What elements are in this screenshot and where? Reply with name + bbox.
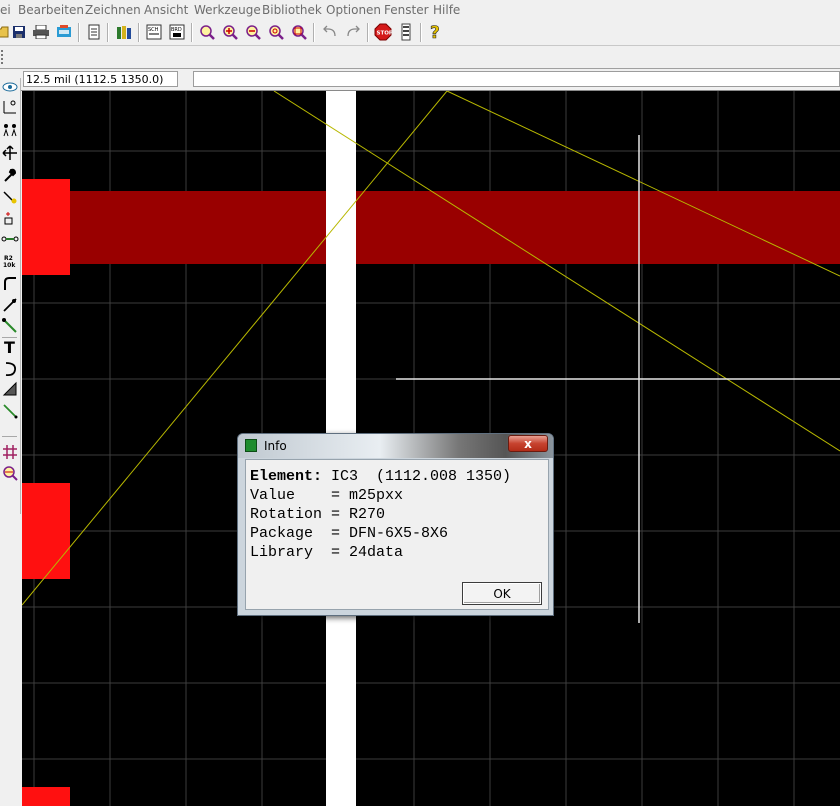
menu-datei[interactable]: ei — [0, 3, 11, 17]
undo-icon[interactable] — [321, 23, 339, 41]
package-line: Package = DFN-6X5-8X6 — [250, 525, 449, 542]
close-button[interactable]: x — [508, 435, 548, 452]
schematic-icon[interactable]: SCH — [145, 23, 163, 41]
airwire — [273, 91, 840, 452]
split-icon[interactable] — [1, 230, 19, 248]
pad — [22, 179, 70, 275]
toolbar-grip[interactable] — [1, 50, 5, 64]
save-icon[interactable] — [10, 23, 28, 41]
polygon-icon[interactable] — [1, 380, 19, 398]
dialog-title: Info — [264, 439, 287, 453]
group-icon[interactable] — [1, 121, 19, 139]
dialog-titlebar[interactable]: Info x — [238, 434, 553, 458]
svg-text:10k: 10k — [3, 262, 16, 269]
menu-werkzeuge[interactable]: Werkzeuge — [194, 3, 261, 17]
drc-icon[interactable] — [1, 443, 19, 461]
change-icon[interactable] — [1, 166, 19, 184]
optimize-icon[interactable] — [1, 296, 19, 314]
stop-icon[interactable]: STOP — [374, 23, 392, 41]
redo-icon[interactable] — [344, 23, 362, 41]
value-icon[interactable]: R2 10k — [1, 252, 19, 270]
script-icon[interactable] — [85, 23, 103, 41]
mark-icon[interactable] — [1, 98, 19, 116]
pad — [22, 483, 70, 579]
menu-fenster[interactable]: Fenster — [384, 3, 429, 17]
command-bar: 12.5 mil (1112.5 1350.0) — [0, 69, 840, 91]
wire-icon[interactable] — [1, 317, 19, 335]
miter-icon[interactable] — [1, 274, 19, 292]
element-label: Element: — [250, 468, 323, 485]
print-icon[interactable] — [32, 23, 50, 41]
zoom-in-icon[interactable] — [221, 23, 239, 41]
menu-zeichnen[interactable]: Zeichnen — [85, 3, 141, 17]
parameter-toolbar — [0, 46, 840, 69]
library-line: Library = 24data — [250, 544, 404, 561]
zoom-out-icon[interactable] — [244, 23, 262, 41]
arc-icon[interactable] — [1, 360, 19, 378]
element-line: Element: IC3 (1112.008 1350) — [250, 468, 511, 485]
route-icon[interactable] — [1, 188, 19, 206]
library-icon[interactable] — [115, 23, 133, 41]
svg-text:STOP: STOP — [377, 31, 393, 37]
errors-icon[interactable] — [1, 464, 19, 482]
svg-text:T: T — [4, 339, 15, 355]
main-toolbar: SCH BRD STOP ? — [0, 20, 840, 46]
menu-optionen[interactable]: Optionen — [326, 3, 381, 17]
copper-trace — [22, 191, 840, 264]
eagle-app-icon — [245, 439, 257, 452]
element-value: IC3 (1112.008 1350) — [331, 468, 512, 485]
move-icon[interactable] — [1, 144, 19, 162]
rotation-line: Rotation = R270 — [250, 506, 386, 523]
svg-text:SCH: SCH — [148, 27, 159, 33]
ok-button[interactable]: OK — [462, 582, 542, 605]
ripup-icon[interactable] — [1, 209, 19, 227]
menu-bearbeiten[interactable]: Bearbeiten — [18, 3, 84, 17]
text-icon[interactable]: T — [1, 338, 19, 356]
menu-bibliothek[interactable]: Bibliothek — [262, 3, 322, 17]
zoom-fit-icon[interactable] — [198, 23, 216, 41]
info-dialog: Info x Element: IC3 (1112.008 1350) Valu… — [237, 433, 554, 616]
svg-text:BRD: BRD — [171, 27, 182, 33]
coordinate-display: 12.5 mil (1112.5 1350.0) — [23, 71, 178, 87]
svg-text:R2: R2 — [4, 255, 13, 262]
show-icon[interactable] — [1, 78, 19, 96]
zoom-select-icon[interactable] — [290, 23, 308, 41]
dialog-body: Element: IC3 (1112.008 1350) Value = m25… — [245, 459, 549, 610]
menu-hilfe[interactable]: Hilfe — [433, 3, 460, 17]
command-line-input[interactable] — [193, 71, 840, 87]
cam-icon[interactable] — [55, 23, 73, 41]
go-icon[interactable] — [397, 23, 415, 41]
pad — [22, 787, 70, 806]
tool-palette: R2 10k T — [0, 78, 21, 514]
svg-text:?: ? — [430, 23, 440, 41]
help-icon[interactable]: ? — [427, 23, 445, 41]
menu-ansicht[interactable]: Ansicht — [144, 3, 188, 17]
zoom-redraw-icon[interactable] — [267, 23, 285, 41]
line-icon[interactable] — [1, 402, 19, 420]
board-icon[interactable]: BRD — [168, 23, 186, 41]
menu-bar: ei Bearbeiten Zeichnen Ansicht Werkzeuge… — [0, 0, 840, 21]
value-line: Value = m25pxx — [250, 487, 404, 504]
